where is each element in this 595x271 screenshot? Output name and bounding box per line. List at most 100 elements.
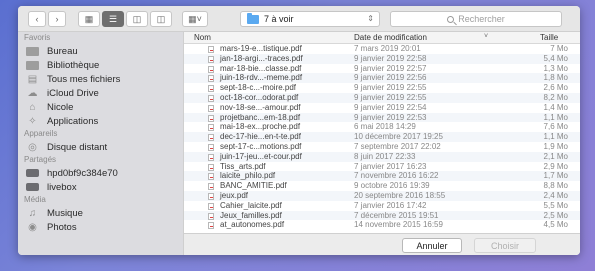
file-date: 9 octobre 2016 19:39	[354, 181, 430, 191]
table-row[interactable]: mars-19-e...tistique.pdf 7 mars 2019 20:0…	[184, 44, 580, 54]
file-name: jeux.pdf	[220, 190, 249, 200]
file-name: oct-18-cor...odorat.pdf	[220, 92, 299, 102]
pdf-file-icon	[208, 183, 214, 191]
search-placeholder: Rechercher	[458, 14, 505, 24]
file-date: 9 janvier 2019 22:55	[354, 83, 427, 93]
library-icon	[26, 60, 39, 70]
choose-button[interactable]: Choisir	[474, 238, 536, 253]
file-date: 8 juin 2017 22:33	[354, 151, 416, 161]
file-date: 20 septembre 2016 18:55	[354, 190, 446, 200]
file-date: 10 décembre 2017 19:25	[354, 132, 443, 142]
file-date: 7 mars 2019 20:01	[354, 44, 421, 53]
cancel-button[interactable]: Annuler	[402, 238, 462, 253]
sidebar-item-livebox[interactable]: livebox	[18, 180, 183, 194]
sidebar-item-musique[interactable]: ♫ Musique	[18, 206, 183, 220]
table-row[interactable]: mar-18-bie...classe.pdf 9 janvier 2019 22…	[184, 64, 580, 74]
table-row[interactable]: nov-18-se...-amour.pdf 9 janvier 2019 22:…	[184, 103, 580, 113]
sidebar-section-media: Média	[24, 195, 46, 204]
table-row[interactable]: juin-17-jeu...et-cour.pdf 8 juin 2017 22:…	[184, 151, 580, 162]
cloud-icon: ☁	[27, 87, 38, 99]
pdf-file-icon	[208, 192, 214, 200]
pdf-file-icon	[208, 212, 214, 220]
pdf-file-icon	[208, 153, 214, 161]
sidebar-item-bibliotheque[interactable]: Bibliothèque	[18, 58, 183, 72]
table-row[interactable]: jeux.pdf 20 septembre 2016 18:55 2,4 Mo	[184, 190, 580, 201]
file-size: 8,2 Mo	[543, 92, 568, 102]
sidebar-item-applications[interactable]: ✧ Applications	[18, 114, 183, 128]
column-date[interactable]: Date de modification	[354, 33, 427, 42]
file-name: jan-18-argi...-traces.pdf	[220, 53, 303, 63]
table-row[interactable]: dec-17-hie...en-t-te.pdf 10 décembre 2017…	[184, 132, 580, 142]
sidebar-item-hpd0bf9c384e70[interactable]: hpd0bf9c384e70	[18, 166, 183, 180]
table-row[interactable]: Tiss_arts.pdf 7 janvier 2017 16:23 2,9 Mo	[184, 162, 580, 172]
back-icon[interactable]: ‹	[28, 11, 46, 27]
table-row[interactable]: projetbanc...em-18.pdf 9 janvier 2019 22:…	[184, 112, 580, 123]
all-files-icon: ▤	[27, 73, 38, 85]
file-date: 7 janvier 2017 16:23	[354, 161, 427, 171]
column-size[interactable]: Taille	[540, 33, 558, 42]
disc-icon: ◎	[28, 141, 37, 153]
table-row[interactable]: mai-18-ex...proche.pdf 6 mai 2018 14:29 7,…	[184, 122, 580, 132]
group-menu-icon[interactable]: ▦˅	[182, 11, 208, 27]
file-name: mar-18-bie...classe.pdf	[220, 63, 302, 73]
pdf-file-icon	[208, 222, 214, 230]
file-size: 5,4 Mo	[543, 53, 568, 63]
sidebar-item-label: iCloud Drive	[47, 87, 99, 99]
pdf-file-icon	[208, 114, 214, 122]
camera-icon: ◉	[28, 221, 37, 233]
file-date: 7 septembre 2017 22:02	[354, 141, 441, 151]
table-row[interactable]: Cahier_laicite.pdf 7 janvier 2016 17:42 5,…	[184, 201, 580, 211]
forward-icon[interactable]: ›	[48, 11, 66, 27]
pdf-file-icon	[208, 46, 214, 53]
folder-select[interactable]: 7 à voir ⇕	[240, 11, 380, 27]
sidebar-item-nicole[interactable]: ⌂ Nicole	[18, 100, 183, 114]
sidebar-item-icloud[interactable]: ☁ iCloud Drive	[18, 86, 183, 100]
list-view-icon[interactable]: ☰	[102, 11, 124, 27]
column-view-icon[interactable]: ◫	[126, 11, 148, 27]
pdf-file-icon	[208, 124, 214, 132]
table-row[interactable]: jan-18-argi...-traces.pdf 9 janvier 2019 …	[184, 53, 580, 64]
icon-view-icon[interactable]: ▦	[78, 11, 100, 27]
file-name: nov-18-se...-amour.pdf	[220, 102, 301, 112]
file-date: 9 janvier 2019 22:54	[354, 102, 427, 112]
applications-icon: ✧	[28, 115, 37, 127]
table-row[interactable]: at_autonomes.pdf 14 novembre 2015 16:59 4,…	[184, 220, 580, 230]
file-date: 9 janvier 2019 22:53	[354, 112, 427, 122]
pdf-file-icon	[208, 75, 214, 83]
table-row[interactable]: sept-18-c...-moire.pdf 9 janvier 2019 22:…	[184, 83, 580, 93]
file-size: 8,8 Mo	[543, 181, 568, 191]
sidebar-item-label: Nicole	[47, 101, 74, 113]
table-row[interactable]: BANC_AMITIE.pdf 9 octobre 2016 19:39 8,8 M…	[184, 181, 580, 191]
sidebar-item-label: Photos	[47, 221, 77, 233]
sidebar-section-partages: Partagés	[24, 155, 57, 164]
table-row[interactable]: laicite_philo.pdf 7 novembre 2016 16:22 1,…	[184, 171, 580, 182]
sidebar-item-bureau[interactable]: Bureau	[18, 44, 183, 58]
file-date: 7 décembre 2015 19:51	[354, 210, 439, 220]
column-name[interactable]: Nom	[194, 33, 211, 42]
file-size: 1,8 Mo	[543, 73, 568, 83]
file-size: 4,5 Mo	[543, 220, 568, 230]
table-row[interactable]: juin-18-rdv...-meme.pdf 9 janvier 2019 22…	[184, 73, 580, 84]
file-size: 2,4 Mo	[543, 190, 568, 200]
file-name: sept-17-c...motions.pdf	[220, 141, 302, 151]
file-name: sept-18-c...-moire.pdf	[220, 83, 297, 93]
file-date: 7 janvier 2016 17:42	[354, 200, 427, 210]
search-input[interactable]: Rechercher	[390, 11, 562, 27]
sidebar-item-photos[interactable]: ◉ Photos	[18, 220, 183, 234]
file-size: 1,4 Mo	[543, 102, 568, 112]
table-row[interactable]: sept-17-c...motions.pdf 7 septembre 2017 …	[184, 142, 580, 152]
file-name: mai-18-ex...proche.pdf	[220, 122, 301, 132]
file-date: 14 novembre 2015 16:59	[354, 220, 443, 230]
table-row[interactable]: oct-18-cor...odorat.pdf 9 janvier 2019 22…	[184, 92, 580, 103]
sidebar-item-tous-mes-fichiers[interactable]: ▤ Tous mes fichiers	[18, 72, 183, 86]
sidebar-item-disque-distant[interactable]: ◎ Disque distant	[18, 140, 183, 154]
table-row[interactable]: Jeux_familles.pdf 7 décembre 2015 19:51 2,…	[184, 210, 580, 221]
pdf-file-icon	[208, 202, 214, 210]
file-date: 9 janvier 2019 22:58	[354, 53, 427, 63]
sidebar-item-label: Applications	[47, 115, 99, 127]
sidebar-item-label: Disque distant	[47, 141, 108, 153]
coverflow-view-icon[interactable]: ◫	[150, 11, 172, 27]
music-icon: ♫	[28, 207, 37, 219]
file-size: 7,6 Mo	[543, 122, 568, 132]
file-size: 5,5 Mo	[543, 200, 568, 210]
